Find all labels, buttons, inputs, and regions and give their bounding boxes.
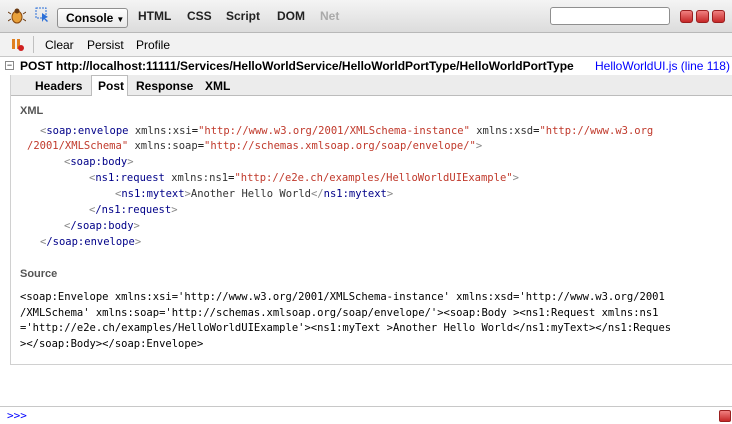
xml-tag: ns1:mytext: [121, 188, 185, 200]
close-icon[interactable]: [712, 10, 725, 23]
source-line: ='http://e2e.ch/examples/HelloWorldUIExa…: [20, 322, 672, 334]
request-title[interactable]: POST http://localhost:11111/Services/Hel…: [20, 59, 574, 73]
search-input[interactable]: [550, 7, 670, 25]
xml-tag: soap:envelope: [46, 125, 129, 137]
xml-tag: soap:body: [70, 156, 128, 168]
xml-envelope-open-line-cont: /2001/XMLSchema" xmlns:soap="http://sche…: [27, 140, 483, 152]
chevron-down-icon: ▼: [116, 15, 125, 24]
source-line: ></soap:Body></soap:Envelope>: [20, 337, 204, 350]
console-toolbar: Clear Persist Profile: [0, 33, 732, 57]
xml-tag: /ns1:request: [95, 204, 172, 216]
xml-body-close-line: </soap:body>: [64, 220, 140, 232]
firebug-bug-icon[interactable]: [7, 7, 27, 25]
firebug-top-bar: Console ▼ HTML CSS Script DOM Net: [0, 0, 732, 33]
xml-request-open-line: <ns1:request xmlns:ns1="http://e2e.ch/ex…: [89, 172, 519, 184]
xml-section-title: XML: [20, 105, 44, 117]
tab-xml[interactable]: XML: [205, 79, 230, 93]
tab-post[interactable]: Post: [91, 75, 128, 96]
request-tabs: Headers Post Response XML: [11, 75, 732, 96]
expand-command-line-icon[interactable]: [719, 410, 731, 422]
minimize-icon[interactable]: [680, 10, 693, 23]
xml-attr: xmlns:xsd: [476, 125, 534, 137]
tab-net[interactable]: Net: [320, 9, 339, 23]
xml-envelope-open-line: <soap:envelope xmlns:xsi="http://www.w3.…: [40, 125, 654, 137]
xml-text-value: Another Hello World: [190, 188, 311, 200]
toolbar-divider: [33, 36, 34, 53]
request-entry[interactable]: − POST http://localhost:11111/Services/H…: [0, 57, 732, 75]
xml-body-open-line: <soap:body>: [64, 156, 134, 168]
source-line: /XMLSchema' xmlns:soap='http://schemas.x…: [20, 306, 659, 319]
xml-tag: ns1:mytext: [323, 188, 387, 200]
tab-response[interactable]: Response: [136, 79, 193, 93]
tab-console-label: Console: [66, 11, 114, 25]
clear-button[interactable]: Clear: [45, 38, 74, 52]
xml-request-close-line: </ns1:request>: [89, 204, 178, 216]
tab-dom[interactable]: DOM: [277, 9, 305, 23]
xml-val: "http://e2e.ch/examples/HelloWorldUIExam…: [234, 172, 513, 184]
xml-val: /2001/XMLSchema": [27, 140, 129, 152]
persist-button[interactable]: Persist: [87, 38, 124, 52]
xml-attr: xmlns:soap: [134, 140, 198, 152]
xml-tag: /soap:body: [70, 220, 134, 232]
source-section-title: Source: [20, 268, 58, 280]
tab-script[interactable]: Script: [226, 9, 260, 23]
tab-headers[interactable]: Headers: [35, 79, 82, 93]
xml-val: "http://www.w3.org: [539, 125, 654, 137]
tab-console[interactable]: Console ▼: [57, 8, 128, 28]
xml-attr: xmlns:xsi: [134, 125, 192, 137]
inspect-cursor-icon[interactable]: [35, 7, 51, 23]
profile-button[interactable]: Profile: [136, 38, 170, 52]
break-on-errors-icon[interactable]: [10, 37, 24, 54]
command-prompt: >>>: [7, 409, 27, 422]
request-details-panel: Headers Post Response XML XML <soap:enve…: [10, 75, 732, 365]
xml-val: "http://schemas.xmlsoap.org/soap/envelop…: [204, 140, 476, 152]
source-text: <soap:Envelope xmlns:xsi='http://www.w3.…: [20, 290, 671, 352]
tab-css[interactable]: CSS: [187, 9, 212, 23]
source-line: <soap:Envelope xmlns:xsi='http://www.w3.…: [20, 291, 665, 303]
xml-mytext-line: <ns1:mytext>Another Hello World</ns1:myt…: [115, 188, 394, 200]
xml-tag: /soap:envelope: [46, 236, 135, 248]
collapse-icon[interactable]: −: [5, 61, 14, 70]
tab-post-label: Post: [98, 79, 125, 93]
tab-html[interactable]: HTML: [138, 9, 171, 23]
xml-val: "http://www.w3.org/2001/XMLSchema-instan…: [198, 125, 470, 137]
source-file-link[interactable]: HelloWorldUI.js (line 118): [595, 59, 730, 73]
xml-tag: ns1:request: [95, 172, 165, 184]
detach-icon[interactable]: [696, 10, 709, 23]
command-line[interactable]: >>>: [0, 406, 732, 424]
xml-attr: xmlns:ns1: [171, 172, 229, 184]
xml-envelope-close-line: </soap:envelope>: [40, 236, 142, 248]
